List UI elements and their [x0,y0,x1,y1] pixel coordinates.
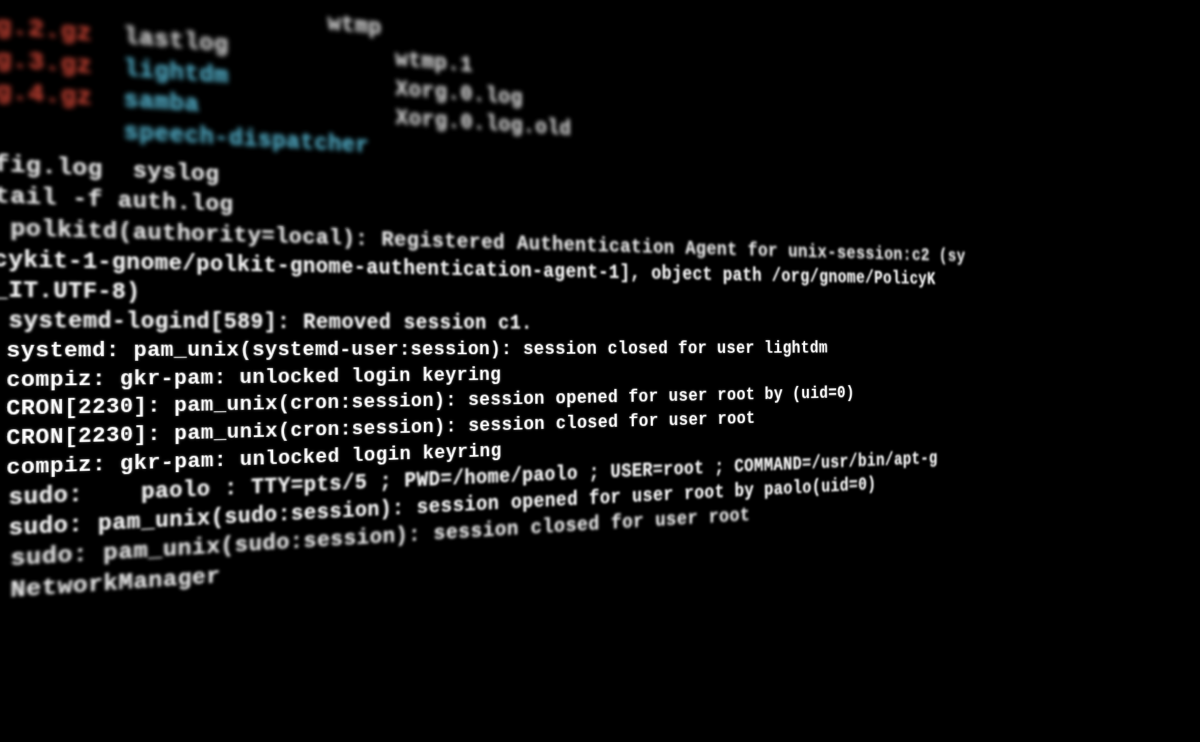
terminal-screen[interactable]: wtmp log.2.gz lastlog wtmp.1 log.3.gz li… [0,0,1043,742]
